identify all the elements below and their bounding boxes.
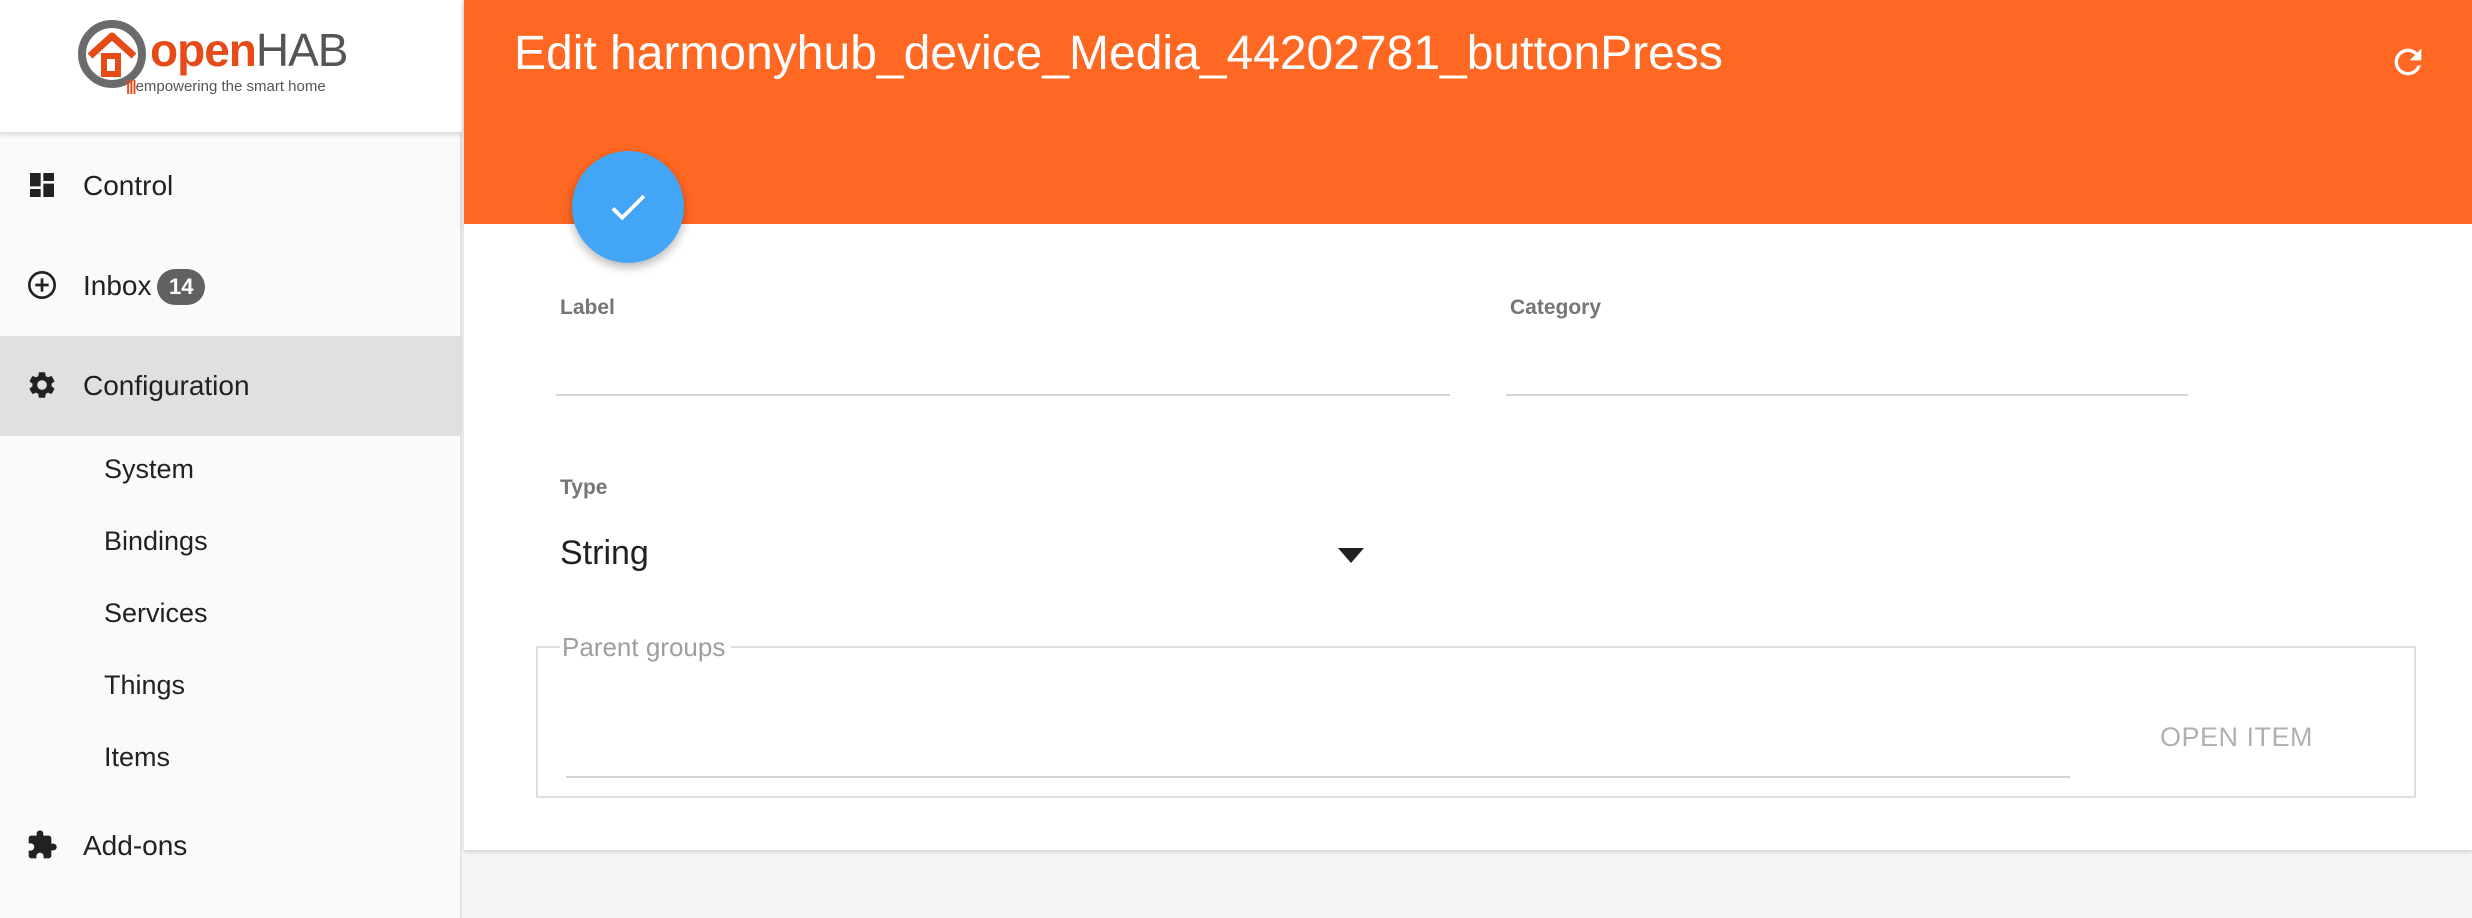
page-header: Edit harmonyhub_device_Media_44202781_bu… — [464, 0, 2472, 224]
category-field-label: Category — [1510, 296, 1602, 319]
sidebar-item-label: Control — [83, 170, 174, 201]
save-button[interactable] — [572, 151, 684, 263]
page-title: Edit harmonyhub_device_Media_44202781_bu… — [514, 27, 1723, 80]
dropdown-arrow-icon — [1338, 548, 1364, 563]
sidebar-item-configuration[interactable]: Configuration — [0, 336, 462, 436]
parent-groups-legend: Parent groups — [560, 632, 732, 663]
parent-groups-input[interactable] — [566, 724, 2070, 778]
type-field-label: Type — [560, 476, 608, 499]
logo-wordmark: openHAB — [150, 24, 348, 76]
logo-area: openHAB |||empowering the smart home — [0, 0, 462, 134]
dashboard-icon — [30, 173, 54, 197]
sidebar-subitem-items[interactable]: Items — [0, 724, 462, 796]
category-input[interactable] — [1506, 346, 2188, 396]
add-circle-icon — [28, 271, 56, 299]
refresh-icon — [2394, 48, 2422, 76]
refresh-button[interactable] — [2388, 42, 2428, 82]
sidebar: openHAB |||empowering the smart home Con… — [0, 0, 462, 918]
sidebar-subitem-bindings[interactable]: Bindings — [0, 508, 462, 580]
sidebar-subitem-system[interactable]: System — [0, 436, 462, 508]
label-field-label: Label — [560, 296, 615, 319]
checkmark-icon — [611, 194, 646, 221]
app-root: openHAB |||empowering the smart home Con… — [0, 0, 2472, 918]
item-edit-form: Label Category Type String Parent groups… — [464, 224, 2472, 850]
type-select[interactable]: String — [560, 524, 1400, 584]
gear-icon — [29, 372, 55, 398]
sidebar-item-label: Inbox — [83, 270, 152, 301]
open-item-button[interactable]: OPEN ITEM — [2148, 710, 2325, 764]
sidebar-item-label: Add-ons — [83, 830, 188, 861]
type-select-value: String — [560, 534, 649, 572]
openhab-logo[interactable]: openHAB |||empowering the smart home — [76, 16, 372, 96]
sidebar-subitem-services[interactable]: Services — [0, 580, 462, 652]
puzzle-icon — [28, 830, 57, 859]
inbox-count-badge: 14 — [157, 269, 206, 305]
sidebar-item-label: Configuration — [83, 370, 250, 401]
logo-tagline: |||empowering the smart home — [126, 78, 326, 95]
sidebar-subitem-things[interactable]: Things — [0, 652, 462, 724]
label-input[interactable] — [556, 346, 1450, 396]
sidebar-item-control[interactable]: Control — [0, 136, 462, 236]
sidebar-item-addons[interactable]: Add-ons — [0, 796, 462, 896]
sidebar-item-inbox[interactable]: Inbox 14 — [0, 236, 462, 336]
